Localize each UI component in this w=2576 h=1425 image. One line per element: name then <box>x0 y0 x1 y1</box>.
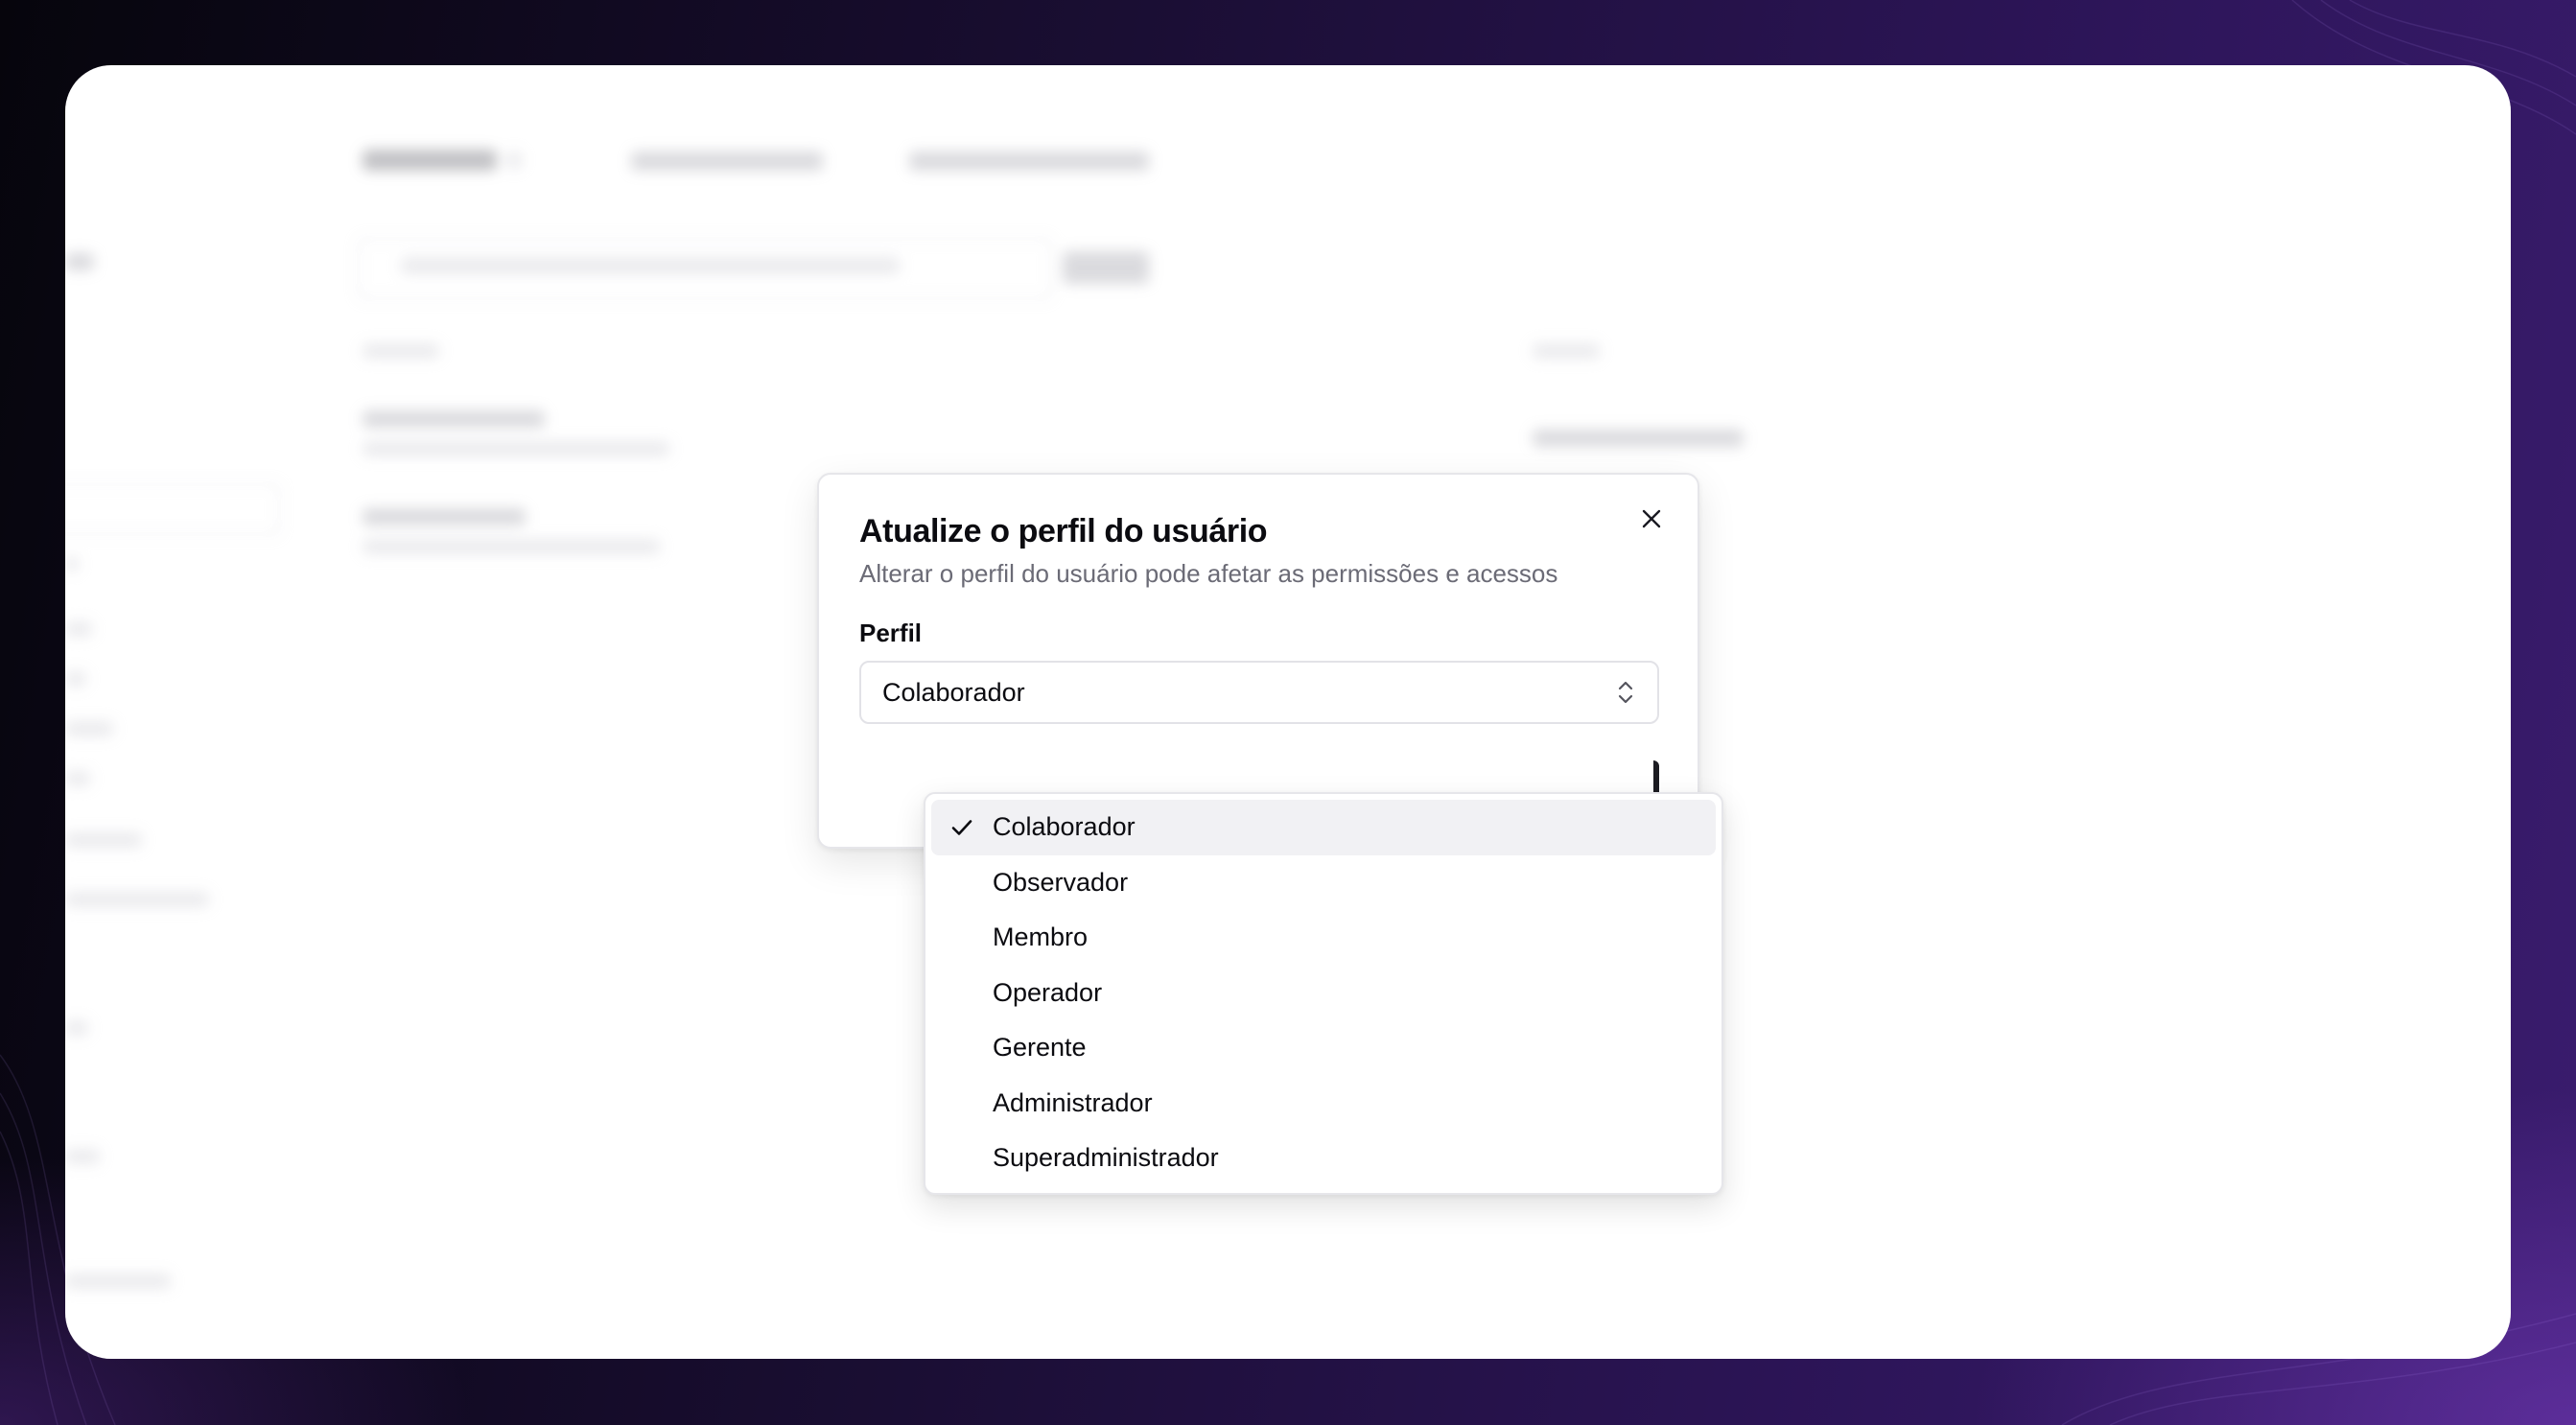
close-button[interactable] <box>1632 500 1671 538</box>
role-select-value: Colaborador <box>882 677 1025 707</box>
option-label: Administrador <box>993 1087 1153 1117</box>
role-field-label: Perfil <box>859 619 923 647</box>
close-icon <box>1642 509 1661 528</box>
option-label: Operador <box>993 977 1103 1007</box>
option-label: Superadministrador <box>993 1143 1219 1173</box>
option-label: Membro <box>993 923 1089 952</box>
option-label: Gerente <box>993 1033 1087 1063</box>
role-select[interactable]: Colaborador <box>859 661 1659 724</box>
role-options-list: Colaborador Observador Membro Operador G… <box>924 792 1723 1195</box>
option-colaborador[interactable]: Colaborador <box>931 800 1716 855</box>
option-membro[interactable]: Membro <box>931 910 1716 966</box>
option-superadministrador[interactable]: Superadministrador <box>931 1131 1716 1186</box>
option-administrador[interactable]: Administrador <box>931 1076 1716 1132</box>
chevron-up-down-icon <box>1618 681 1633 704</box>
option-operador[interactable]: Operador <box>931 966 1716 1021</box>
check-icon <box>951 819 972 835</box>
option-gerente[interactable]: Gerente <box>931 1020 1716 1076</box>
dialog-description: Alterar o perfil do usuário pode afetar … <box>859 559 1558 588</box>
dialog-title: Atualize o perfil do usuário <box>859 513 1268 549</box>
option-label: Colaborador <box>993 812 1136 842</box>
option-observador[interactable]: Observador <box>931 855 1716 911</box>
option-label: Observador <box>993 867 1129 897</box>
